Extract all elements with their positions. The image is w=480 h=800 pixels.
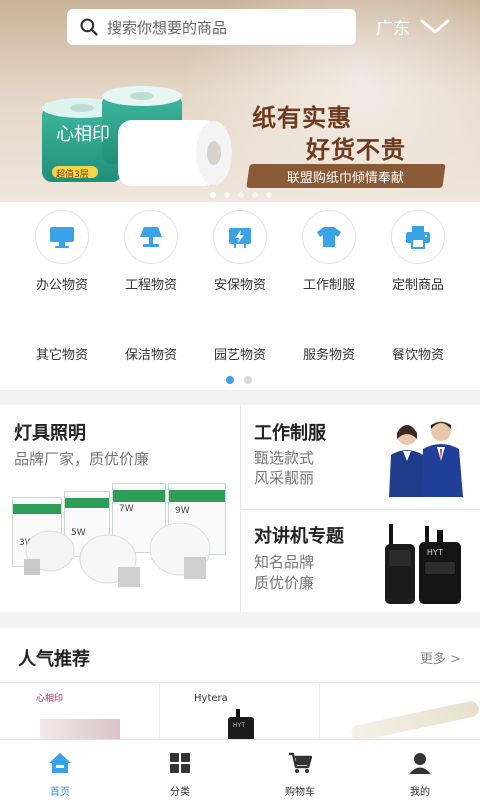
recommend-more-link[interactable]: 更多 > (420, 648, 461, 667)
region-selector[interactable]: 广东 (376, 14, 450, 39)
shirt-icon (317, 227, 341, 247)
recommend-item[interactable] (320, 682, 480, 742)
recommend-item-brand: 心相印 (36, 694, 64, 704)
promo-uniform-title: 工作制服 (254, 423, 326, 444)
banner-ribbon-text: 联盟购纸巾倾情奉献 (287, 170, 405, 186)
category-custom[interactable]: 定制商品 (370, 210, 466, 293)
category-label: 工作制服 (302, 278, 355, 293)
category-security[interactable]: 安保物资 (192, 210, 288, 293)
search-placeholder: 搜索你想要的商品 (107, 18, 228, 37)
category-label: 安保物资 (213, 278, 266, 293)
radio-model-text: HYT (233, 723, 245, 729)
category-uniform[interactable]: 工作制服 (281, 210, 377, 293)
category-icon-circle (302, 210, 356, 264)
recommend-title: 人气推荐 (18, 649, 90, 670)
category-other[interactable]: 其它物资 (14, 344, 110, 363)
promo-banner[interactable]: 心相印 超值3层 纸有实惠 好货不贵 联盟购纸巾倾情奉献 搜索你想要的商品 广东 (0, 0, 480, 202)
search-input[interactable]: 搜索你想要的商品 (67, 9, 356, 45)
bulb-wattage: 9W (175, 506, 190, 516)
tab-label: 我的 (410, 787, 430, 798)
promo-uniform-subtitle-1: 甄选款式 (254, 449, 315, 467)
promo-radio-title: 对讲机专题 (254, 526, 344, 547)
recommend-item-brand: Hytera (194, 693, 228, 704)
cart-icon (289, 752, 313, 773)
uniform-models-image (389, 421, 463, 497)
brand-logo-text: 心相印 (56, 124, 110, 145)
category-label: 其它物资 (35, 348, 88, 363)
bulb-wattage: 7W (119, 504, 134, 514)
promo-radio-subtitle-2: 质优价廉 (254, 574, 315, 592)
category-label: 办公物资 (35, 278, 88, 293)
banner-dot (266, 192, 272, 198)
category-icon-circle (124, 210, 178, 264)
category-icon-circle (35, 210, 89, 264)
monitor-icon (50, 227, 74, 248)
lamp-icon (140, 227, 162, 247)
tab-label: 分类 (170, 787, 190, 798)
category-icon-circle (391, 210, 445, 264)
grid-icon (170, 753, 190, 773)
category-page-indicator (226, 376, 252, 384)
category-label: 园艺物资 (213, 348, 266, 363)
radio-brand-text: HYT (427, 548, 443, 557)
tab-label: 购物车 (285, 787, 315, 798)
banner-dot (224, 192, 230, 198)
banner-indicator (210, 192, 272, 198)
category-icon-circle (213, 210, 267, 264)
search-icon (80, 18, 98, 36)
category-grid: 办公物资 工程物资 安保物资 工作制服 定制商品 其它物资 保洁物资 园艺物资 … (0, 202, 480, 390)
tab-home[interactable]: 首页 (0, 740, 120, 800)
promo-radio-subtitle-1: 知名品牌 (254, 553, 315, 571)
led-bulb-image (24, 523, 211, 587)
region-label: 广东 (376, 19, 410, 39)
printer-icon (406, 226, 430, 249)
page-dot (226, 376, 234, 384)
category-service[interactable]: 服务物资 (281, 344, 377, 363)
home-icon (49, 753, 71, 773)
tab-cart[interactable]: 购物车 (240, 740, 360, 800)
promo-section: 灯具照明 品牌厂家，质优价廉 3W 5W 7W 9W 工作制服 甄选款式 风采靓… (0, 405, 480, 612)
promo-lighting-card[interactable]: 灯具照明 品牌厂家，质优价廉 3W 5W 7W 9W (0, 405, 240, 612)
banner-dot (210, 192, 216, 198)
banner-dot (252, 192, 258, 198)
category-label: 餐饮物资 (391, 348, 444, 363)
promo-uniform-card[interactable]: 工作制服 甄选款式 风采靓丽 (241, 405, 480, 509)
category-office[interactable]: 办公物资 (14, 210, 110, 293)
promo-lighting-subtitle: 品牌厂家，质优价廉 (14, 450, 150, 468)
banner-slogan-1: 纸有实惠 (252, 103, 352, 132)
product-image (349, 699, 480, 742)
promo-radio-card[interactable]: 对讲机专题 知名品牌 质优价廉 HYT (241, 510, 480, 612)
tab-profile[interactable]: 我的 (360, 740, 480, 800)
page-dot (244, 376, 252, 384)
walkie-talkie-image: HYT (228, 709, 254, 742)
tab-category[interactable]: 分类 (120, 740, 240, 800)
user-icon (409, 753, 431, 774)
category-label: 工程物资 (124, 278, 177, 293)
promo-lighting-title: 灯具照明 (14, 423, 86, 444)
category-label: 定制商品 (391, 278, 444, 293)
banner-dot (238, 192, 244, 198)
banner-ribbon: 联盟购纸巾倾情奉献 (246, 164, 446, 188)
tab-label: 首页 (50, 787, 70, 798)
category-label: 保洁物资 (124, 348, 177, 363)
bottom-tab-bar: 首页 分类 购物车 我的 (0, 739, 480, 800)
power-icon (229, 228, 251, 248)
promo-uniform-subtitle-2: 风采靓丽 (254, 469, 315, 487)
category-label: 服务物资 (302, 348, 355, 363)
chevron-down-icon (420, 19, 450, 33)
pack-badge: 超值3层 (56, 170, 89, 180)
category-catering[interactable]: 餐饮物资 (370, 344, 466, 363)
recommend-item[interactable]: Hytera HYT (160, 682, 320, 742)
banner-slogan-2: 好货不贵 (306, 135, 406, 164)
walkie-talkie-image: HYT (385, 524, 461, 604)
recommend-item[interactable]: 心相印 (0, 682, 160, 742)
category-engineering[interactable]: 工程物资 (103, 210, 199, 293)
category-cleaning[interactable]: 保洁物资 (103, 344, 199, 363)
category-gardening[interactable]: 园艺物资 (192, 344, 288, 363)
